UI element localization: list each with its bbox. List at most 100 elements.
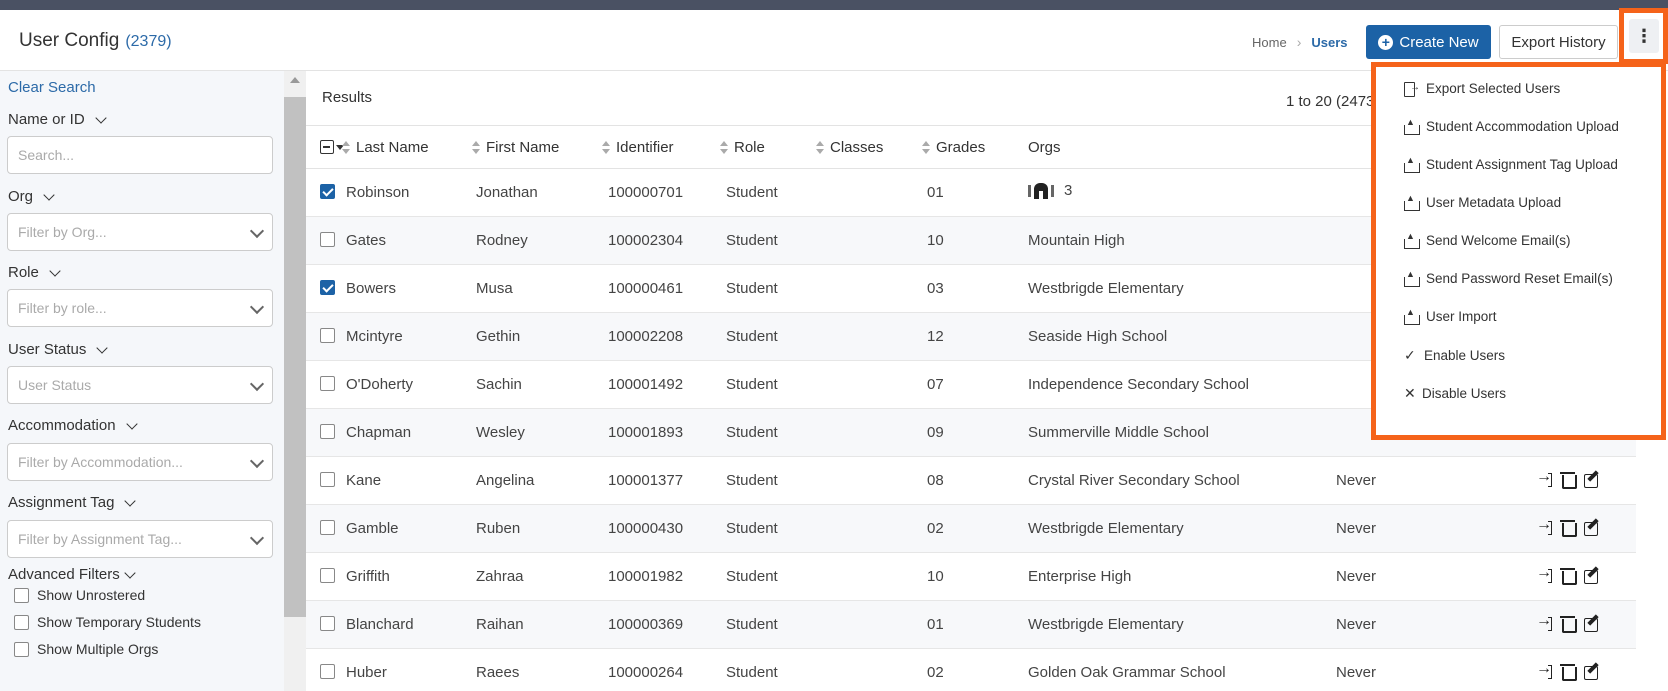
menu-item-student-accommodation-upload[interactable]: Student Accommodation Upload — [1404, 117, 1619, 135]
trash-icon[interactable] — [1560, 663, 1577, 681]
scroll-up-icon[interactable] — [290, 77, 300, 83]
row-checkbox[interactable] — [320, 232, 335, 247]
menu-item-user-import[interactable]: User Import — [1404, 307, 1497, 325]
checkbox[interactable] — [14, 614, 29, 630]
menu-item-user-metadata-upload[interactable]: User Metadata Upload — [1404, 193, 1561, 211]
filter-label-role[interactable]: Role — [8, 264, 61, 281]
assignment-tag-placeholder: Filter by Assignment Tag... — [18, 531, 182, 547]
column-header-grades[interactable]: Grades — [922, 139, 985, 156]
show-temporary-students-checkbox[interactable]: Show Temporary Students — [14, 614, 201, 630]
export-history-label: Export History — [1511, 33, 1606, 51]
login-as-icon[interactable] — [1536, 660, 1552, 679]
filter-label-user-status[interactable]: User Status — [8, 341, 109, 358]
scrollbar-thumb[interactable] — [284, 97, 306, 617]
cell-role: Student — [726, 184, 778, 201]
trash-icon[interactable] — [1560, 471, 1577, 489]
more-options-button[interactable]: ⋮ — [1629, 19, 1659, 53]
row-checkbox[interactable] — [320, 472, 335, 487]
chevron-down-icon — [249, 453, 265, 469]
column-header-last-name[interactable]: Last Name — [342, 139, 429, 156]
edit-icon[interactable] — [1584, 615, 1600, 632]
login-as-icon[interactable] — [1536, 468, 1552, 487]
filter-label-accommodation[interactable]: Accommodation — [8, 417, 138, 434]
assignment-tag-select[interactable]: Filter by Assignment Tag... — [7, 520, 273, 558]
edit-icon[interactable] — [1584, 663, 1600, 680]
sort-icon — [472, 140, 480, 155]
cell-last-login: Never — [1336, 568, 1377, 585]
select-all-dropdown[interactable] — [320, 140, 344, 154]
advanced-filters-label: Advanced Filters — [8, 566, 120, 583]
row-checkbox[interactable] — [320, 376, 335, 391]
row-checkbox[interactable] — [320, 184, 335, 199]
clear-search-link[interactable]: Clear Search — [8, 79, 96, 96]
column-header-first-name[interactable]: First Name — [472, 139, 559, 156]
checkbox[interactable] — [14, 641, 29, 657]
breadcrumb-home[interactable]: Home — [1252, 35, 1287, 50]
checkbox[interactable] — [14, 587, 29, 603]
breadcrumb-current[interactable]: Users — [1311, 35, 1347, 50]
menu-item-student-assignment-tag-upload[interactable]: Student Assignment Tag Upload — [1404, 155, 1618, 173]
menu-item-send-password-reset-emails[interactable]: Send Password Reset Email(s) — [1404, 269, 1613, 287]
menu-item-export-selected-users[interactable]: Export Selected Users — [1404, 81, 1561, 97]
sort-icon — [342, 140, 350, 155]
edit-icon[interactable] — [1584, 519, 1600, 536]
role-select[interactable]: Filter by role... — [7, 289, 273, 327]
sidebar-scrollbar[interactable] — [284, 71, 306, 691]
table-row[interactable]: Griffith Zahraa 100001982 Student 10 Ent… — [306, 553, 1636, 601]
menu-item-send-welcome-emails[interactable]: Send Welcome Email(s) — [1404, 231, 1571, 249]
filter-label-name-or-id[interactable]: Name or ID — [8, 111, 107, 128]
edit-icon[interactable] — [1584, 471, 1600, 488]
trash-icon[interactable] — [1560, 615, 1577, 633]
column-header-classes[interactable]: Classes — [816, 139, 883, 156]
menu-item-disable-users[interactable]: ✕ Disable Users — [1404, 385, 1506, 402]
row-checkbox[interactable] — [320, 616, 335, 631]
login-as-icon[interactable] — [1536, 516, 1552, 535]
user-status-placeholder: User Status — [18, 377, 92, 393]
filter-label-org[interactable]: Org — [8, 188, 55, 205]
cell-role: Student — [726, 472, 778, 489]
chevron-down-icon — [249, 223, 265, 239]
menu-item-enable-users[interactable]: ✓ Enable Users — [1404, 347, 1505, 364]
show-unrostered-checkbox[interactable]: Show Unrostered — [14, 587, 145, 603]
row-actions — [1536, 612, 1600, 633]
advanced-filters-toggle[interactable]: Advanced Filters — [8, 566, 136, 583]
actions-menu: Export Selected Users Student Accommodat… — [1376, 67, 1661, 435]
row-checkbox[interactable] — [320, 520, 335, 535]
accommodation-placeholder: Filter by Accommodation... — [18, 454, 183, 470]
row-checkbox[interactable] — [320, 568, 335, 583]
login-as-icon[interactable] — [1536, 564, 1552, 583]
row-checkbox[interactable] — [320, 280, 335, 295]
table-row[interactable]: Kane Angelina 100001377 Student 08 Cryst… — [306, 457, 1636, 505]
trash-icon[interactable] — [1560, 567, 1577, 585]
export-history-button[interactable]: Export History — [1499, 25, 1618, 59]
cell-orgs: Westbrigde Elementary — [1028, 616, 1184, 633]
menu-item-label: Export Selected Users — [1426, 81, 1561, 96]
user-status-select[interactable]: User Status — [7, 366, 273, 404]
row-checkbox[interactable] — [320, 424, 335, 439]
column-header-role[interactable]: Role — [720, 139, 765, 156]
chevron-down-icon — [249, 530, 265, 546]
cell-orgs: Summerville Middle School — [1028, 424, 1209, 441]
column-header-identifier[interactable]: Identifier — [602, 139, 674, 156]
cell-last-login: Never — [1336, 520, 1377, 537]
filter-label-assignment-tag[interactable]: Assignment Tag — [8, 494, 137, 511]
create-new-label: Create New — [1399, 33, 1479, 51]
row-checkbox[interactable] — [320, 664, 335, 679]
table-row[interactable]: Huber Raees 100000264 Student 02 Golden … — [306, 649, 1636, 691]
edit-icon[interactable] — [1584, 567, 1600, 584]
table-row[interactable]: Blanchard Raihan 100000369 Student 01 We… — [306, 601, 1636, 649]
chevron-down-icon — [124, 494, 137, 507]
login-as-icon[interactable] — [1536, 612, 1552, 631]
column-header-orgs[interactable]: Orgs — [1028, 139, 1061, 156]
row-checkbox[interactable] — [320, 328, 335, 343]
upload-icon — [1404, 117, 1420, 135]
create-new-button[interactable]: + Create New — [1366, 25, 1491, 59]
search-input[interactable]: Search... — [7, 136, 273, 174]
trash-icon[interactable] — [1560, 519, 1577, 537]
cell-last-name: Robinson — [346, 184, 410, 201]
cell-first-name: Jonathan — [476, 184, 538, 201]
show-multiple-orgs-checkbox[interactable]: Show Multiple Orgs — [14, 641, 158, 657]
table-row[interactable]: Gamble Ruben 100000430 Student 02 Westbr… — [306, 505, 1636, 553]
org-select[interactable]: Filter by Org... — [7, 213, 273, 251]
accommodation-select[interactable]: Filter by Accommodation... — [7, 443, 273, 481]
